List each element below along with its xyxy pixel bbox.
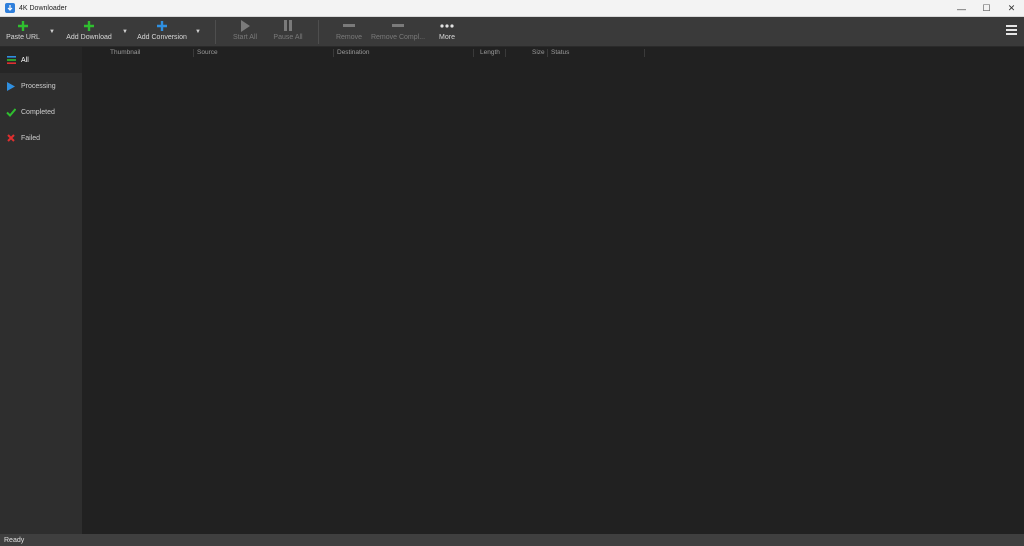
column-divider[interactable] [333, 49, 334, 57]
sidebar-item-failed[interactable]: Failed [0, 125, 82, 151]
plus-icon [156, 17, 168, 34]
pause-all-button[interactable]: Pause All [272, 17, 304, 47]
sidebar-item-label: Processing [21, 82, 56, 90]
title-bar: 4K Downloader — ☐ ✕ [0, 0, 1024, 17]
plus-icon [17, 17, 29, 34]
column-divider[interactable] [547, 49, 548, 57]
sidebar-item-label: Completed [21, 108, 55, 116]
play-icon [6, 81, 16, 91]
status-bar: Ready [0, 534, 1024, 546]
downloads-list[interactable]: Thumbnail Source Destination Length Size… [82, 47, 1024, 534]
table-header: Thumbnail Source Destination Length Size… [82, 47, 1024, 59]
sidebar-item-label: Failed [21, 134, 41, 142]
add-download-label: Add Download [66, 34, 112, 41]
chevron-down-icon: ▼ [49, 29, 55, 35]
toolbar: Paste URL ▼ Add Download ▼ Add Conversio… [0, 17, 1024, 47]
play-icon [240, 17, 251, 34]
minus-icon [343, 17, 355, 34]
minimize-button[interactable]: — [949, 0, 974, 17]
sidebar-item-label: All [21, 56, 29, 64]
status-text: Ready [4, 536, 25, 544]
x-icon [6, 133, 16, 143]
paste-url-button[interactable]: Paste URL [5, 17, 41, 47]
column-divider[interactable] [505, 49, 506, 57]
toolbar-separator [318, 20, 319, 44]
remove-completed-button[interactable]: Remove Compl... [370, 17, 426, 47]
plus-icon [83, 17, 95, 34]
add-download-button[interactable]: Add Download [64, 17, 114, 47]
more-button[interactable]: More [434, 17, 460, 47]
hamburger-menu-icon[interactable] [1006, 25, 1017, 37]
maximize-button[interactable]: ☐ [974, 0, 999, 17]
add-conversion-label: Add Conversion [137, 34, 187, 41]
add-download-dropdown[interactable]: ▼ [120, 17, 130, 47]
sidebar-item-completed[interactable]: Completed [0, 99, 82, 125]
column-header-source[interactable]: Source [197, 49, 218, 56]
column-header-thumbnail[interactable]: Thumbnail [110, 49, 140, 56]
column-header-length[interactable]: Length [480, 49, 500, 56]
sidebar: All Processing Completed Failed [0, 47, 82, 534]
window-title: 4K Downloader [19, 4, 67, 12]
pause-icon [283, 17, 293, 34]
column-divider[interactable] [473, 49, 474, 57]
list-icon [6, 55, 16, 65]
app-logo-icon [5, 3, 15, 13]
add-conversion-button[interactable]: Add Conversion [136, 17, 188, 47]
add-conversion-dropdown[interactable]: ▼ [193, 17, 203, 47]
sidebar-item-processing[interactable]: Processing [0, 73, 82, 99]
pause-all-label: Pause All [273, 34, 303, 41]
column-header-destination[interactable]: Destination [337, 49, 370, 56]
start-all-button[interactable]: Start All [229, 17, 261, 47]
remove-label: Remove [335, 34, 363, 41]
start-all-label: Start All [232, 34, 258, 41]
chevron-down-icon: ▼ [122, 29, 128, 35]
minus-icon [392, 17, 404, 34]
column-divider[interactable] [644, 49, 645, 57]
toolbar-separator [215, 20, 216, 44]
chevron-down-icon: ▼ [195, 29, 201, 35]
more-label: More [439, 34, 455, 41]
sidebar-item-all[interactable]: All [0, 47, 82, 73]
remove-button[interactable]: Remove [333, 17, 365, 47]
ellipsis-icon [440, 17, 454, 34]
column-header-size[interactable]: Size [532, 49, 545, 56]
window-controls: — ☐ ✕ [949, 0, 1024, 17]
paste-url-dropdown[interactable]: ▼ [47, 17, 57, 47]
column-divider[interactable] [193, 49, 194, 57]
remove-completed-label: Remove Compl... [370, 34, 426, 41]
check-icon [6, 107, 16, 117]
column-header-status[interactable]: Status [551, 49, 569, 56]
close-button[interactable]: ✕ [999, 0, 1024, 17]
paste-url-label: Paste URL [6, 34, 40, 41]
